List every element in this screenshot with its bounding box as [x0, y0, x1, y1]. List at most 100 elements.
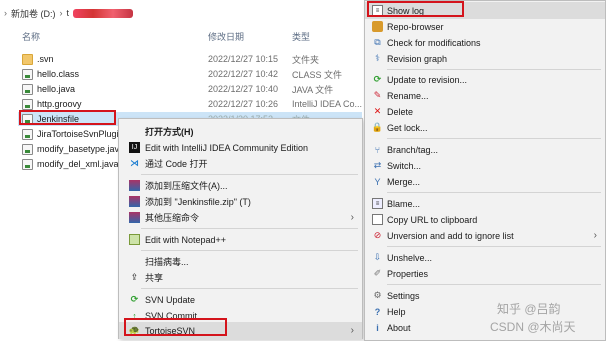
- breadcrumb-drive[interactable]: 新加卷 (D:): [11, 7, 56, 20]
- file-type: JAVA 文件: [292, 84, 334, 95]
- help-icon: ?: [374, 306, 381, 317]
- file-row[interactable]: .svn 2022/12/27 10:15 文件夹: [18, 52, 362, 66]
- menu-separator: [387, 246, 601, 247]
- menu-switch[interactable]: ⇄ Switch...: [365, 157, 605, 174]
- winrar-icon: [129, 180, 140, 191]
- menu-get-lock[interactable]: 🔒 Get lock...: [365, 119, 605, 136]
- menu-check-modifications[interactable]: ⧉ Check for modifications: [365, 34, 605, 51]
- file-name: modify_basetype.jav: [37, 144, 120, 154]
- winrar-icon: [129, 196, 140, 207]
- menu-rename[interactable]: ✎ Rename...: [365, 87, 605, 104]
- tortoisesvn-submenu: ≡ Show log Repo-browser ⧉ Check for modi…: [364, 0, 606, 341]
- merge-icon: Y: [374, 176, 381, 187]
- repo-browser-icon: [372, 21, 383, 32]
- file-icon: [22, 68, 33, 80]
- menu-copy-url[interactable]: Copy URL to clipboard: [365, 211, 605, 228]
- menu-update-to-revision[interactable]: ⟳ Update to revision...: [365, 71, 605, 88]
- column-header-type[interactable]: 类型: [292, 30, 310, 43]
- settings-icon: ⚙: [373, 290, 382, 300]
- column-header-name[interactable]: 名称: [22, 30, 40, 43]
- menu-delete[interactable]: ✕ Delete: [365, 103, 605, 120]
- menu-properties[interactable]: ✐ Properties: [365, 265, 605, 282]
- menu-separator: [387, 138, 601, 139]
- highlight-tortoisesvn: [124, 318, 227, 336]
- watermark-csdn: CSDN @木尚天: [490, 320, 576, 334]
- file-name: hello.class: [37, 69, 80, 79]
- delete-icon: ✕: [373, 106, 382, 116]
- check-modifications-icon: ⧉: [374, 37, 381, 47]
- java-file-icon: [22, 143, 33, 155]
- lock-icon: 🔒: [371, 122, 384, 132]
- file-date: 2022/12/27 10:15: [208, 54, 279, 64]
- file-name: JiraTortoiseSvnPlugi: [37, 129, 119, 139]
- branch-icon: ⑂: [374, 144, 381, 155]
- file-row[interactable]: hello.java 2022/12/27 10:40 JAVA 文件: [18, 82, 362, 96]
- chevron-right-icon: ›: [350, 212, 354, 223]
- file-type: IntelliJ IDEA Co...: [292, 99, 363, 109]
- chevron-right-icon: ›: [350, 325, 354, 336]
- menu-separator: [141, 250, 358, 251]
- winrar-icon: [129, 212, 140, 223]
- notepad-plus-plus-icon: [129, 234, 140, 245]
- breadcrumb-folder[interactable]: t: [67, 8, 70, 18]
- menu-separator: [387, 192, 601, 193]
- file-name: modify_del_xml.java: [37, 159, 119, 169]
- switch-icon: ⇄: [373, 160, 382, 170]
- menu-branch-tag[interactable]: ⑂ Branch/tag...: [365, 141, 605, 158]
- menu-unversion-ignore[interactable]: ⊘ Unversion and add to ignore list ›: [365, 227, 605, 244]
- menu-edit-notepad[interactable]: Edit with Notepad++: [119, 231, 362, 248]
- file-name: .svn: [37, 54, 54, 64]
- file-type: CLASS 文件: [292, 69, 343, 80]
- blame-icon: ≡: [372, 198, 383, 209]
- ignore-icon: ⊘: [373, 230, 382, 240]
- menu-separator: [141, 228, 358, 229]
- rename-icon: ✎: [373, 90, 382, 100]
- menu-separator: [387, 284, 601, 285]
- redacted-folder-name: [73, 8, 134, 18]
- address-bar[interactable]: › 新加卷 (D:) › t: [0, 4, 362, 22]
- file-row[interactable]: http.groovy 2022/12/27 10:26 IntelliJ ID…: [18, 97, 362, 111]
- highlight-show-log: [367, 1, 464, 17]
- file-type: 文件夹: [292, 54, 320, 65]
- folder-icon: [22, 53, 33, 65]
- file-row[interactable]: hello.class 2022/12/27 10:42 CLASS 文件: [18, 67, 362, 81]
- menu-scan-virus[interactable]: 扫描病毒...: [119, 253, 362, 270]
- file-name: http.groovy: [37, 99, 82, 109]
- java-file-icon: [22, 83, 33, 95]
- menu-other-compress[interactable]: 其他压缩命令 ›: [119, 209, 362, 226]
- menu-revision-graph[interactable]: ⚕ Revision graph: [365, 50, 605, 67]
- intellij-icon: IJ: [129, 142, 140, 153]
- menu-open-with[interactable]: 打开方式(H): [119, 123, 362, 140]
- menu-merge[interactable]: Y Merge...: [365, 173, 605, 190]
- file-date: 2022/12/27 10:42: [208, 69, 279, 79]
- explorer-context-menu: 打开方式(H) IJ Edit with IntelliJ IDEA Commu…: [118, 118, 363, 339]
- revision-graph-icon: ⚕: [375, 53, 380, 63]
- update-icon: ⟳: [373, 74, 382, 84]
- menu-repo-browser[interactable]: Repo-browser: [365, 18, 605, 35]
- menu-settings[interactable]: ⚙ Settings: [365, 287, 605, 304]
- menu-edit-intellij[interactable]: IJ Edit with IntelliJ IDEA Community Edi…: [119, 139, 362, 156]
- menu-svn-update[interactable]: ⟳ SVN Update: [119, 291, 362, 308]
- file-date: 2022/12/27 10:26: [208, 99, 279, 109]
- menu-share[interactable]: ⇪ 共享: [119, 269, 362, 286]
- menu-unshelve[interactable]: ⇩ Unshelve...: [365, 249, 605, 266]
- properties-icon: ✐: [373, 268, 382, 278]
- share-icon: ⇪: [130, 272, 139, 282]
- svn-update-icon: ⟳: [130, 294, 139, 304]
- file-date: 2022/12/27 10:40: [208, 84, 279, 94]
- column-header-date[interactable]: 修改日期: [208, 30, 244, 43]
- menu-separator: [141, 288, 358, 289]
- menu-add-zip[interactable]: 添加到 "Jenkinsfile.zip" (T): [119, 193, 362, 210]
- menu-separator: [387, 69, 601, 70]
- vscode-icon: ⋊: [130, 158, 139, 168]
- unshelve-icon: ⇩: [373, 252, 382, 262]
- chevron-right-icon: ›: [59, 8, 63, 18]
- menu-separator: [141, 174, 358, 175]
- chevron-right-icon: ›: [593, 230, 597, 241]
- menu-open-vscode[interactable]: ⋊ 通过 Code 打开: [119, 155, 362, 172]
- groovy-file-icon: [22, 98, 33, 110]
- chevron-right-icon: ›: [4, 8, 7, 18]
- menu-blame[interactable]: ≡ Blame...: [365, 195, 605, 212]
- java-file-icon: [22, 128, 33, 140]
- menu-add-archive[interactable]: 添加到压缩文件(A)...: [119, 177, 362, 194]
